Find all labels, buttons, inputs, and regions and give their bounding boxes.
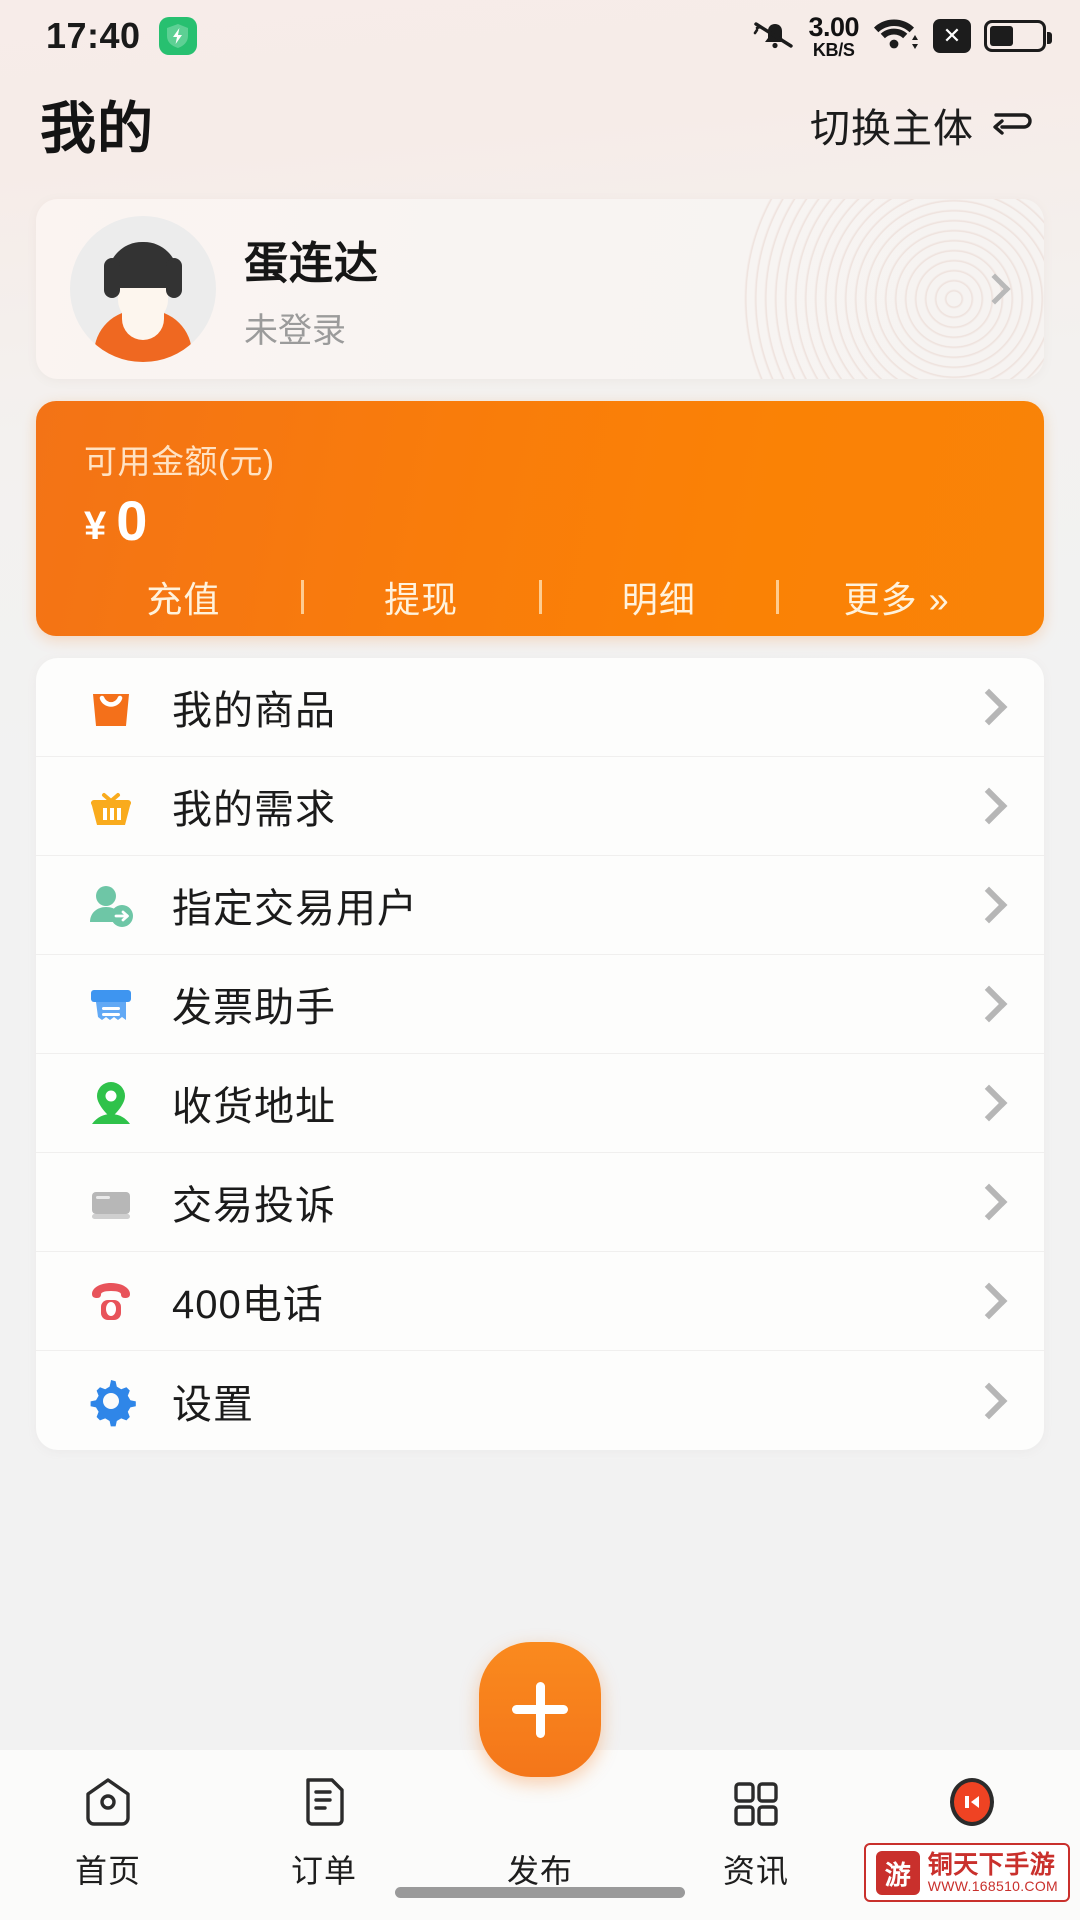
status-bar: 17:40 3.00 KB/S ✕	[0, 0, 1080, 72]
tab-home[interactable]: 首页	[0, 1772, 216, 1892]
avatar	[70, 216, 216, 362]
chevron-right-icon	[970, 1084, 1008, 1122]
chevron-right-icon	[970, 688, 1008, 726]
menu-item-label: 设置	[172, 1382, 254, 1427]
status-bar-right: 3.00 KB/S ✕	[753, 11, 1052, 60]
chevron-right-icon	[979, 273, 1011, 305]
watermark-badge: 游	[875, 1851, 920, 1895]
tab-news[interactable]: 资讯	[648, 1772, 864, 1892]
chevron-right-icon	[970, 886, 1008, 924]
chevron-right-icon	[970, 1183, 1008, 1221]
menu-item-my-products[interactable]: 我的商品	[36, 658, 1044, 757]
battery-icon	[984, 20, 1052, 52]
page-title: 我的	[40, 97, 154, 160]
menu-item-trade-complaint[interactable]: 交易投诉	[36, 1153, 1044, 1252]
network-speed: 3.00 KB/S	[808, 11, 859, 60]
currency-symbol: ¥	[84, 504, 107, 548]
menu-item-400-phone[interactable]: 400电话	[36, 1252, 1044, 1351]
switch-entity-label: 切换主体	[810, 106, 974, 151]
bell-muted-icon	[753, 15, 795, 58]
tab-orders[interactable]: 订单	[216, 1772, 432, 1892]
document-icon	[298, 1772, 350, 1834]
gear-icon	[80, 1370, 142, 1432]
telephone-icon	[80, 1270, 142, 1332]
page-header: 我的 切换主体	[0, 72, 1080, 177]
tab-label: 发布	[506, 1853, 573, 1889]
divider	[538, 580, 542, 614]
switch-entity-button[interactable]: 切换主体	[810, 96, 1036, 154]
profile-info: 蛋连达 未登录	[244, 227, 984, 352]
tab-label: 首页	[74, 1853, 141, 1889]
shopping-bag-icon	[80, 676, 142, 738]
more-button[interactable]: 更多 »	[779, 571, 1014, 623]
tab-label: 资讯	[722, 1853, 789, 1889]
menu-item-invoice-assistant[interactable]: 发票助手	[36, 955, 1044, 1054]
chevron-right-icon	[970, 787, 1008, 825]
menu-item-settings[interactable]: 设置	[36, 1351, 1044, 1450]
status-bar-left: 17:40	[46, 15, 197, 57]
watermark-url: WWW.168510.COM	[927, 1877, 1058, 1894]
balance-value: 0	[116, 489, 148, 552]
menu-item-label: 400电话	[172, 1283, 324, 1327]
wifi-icon	[872, 15, 920, 58]
menu-item-shipping-address[interactable]: 收货地址	[36, 1054, 1044, 1153]
tab-label: 订单	[290, 1853, 357, 1889]
menu-item-label: 指定交易用户	[172, 887, 418, 931]
complaint-book-icon	[80, 1171, 142, 1233]
close-badge-icon: ✕	[933, 19, 971, 53]
tab-publish[interactable]: 发布	[432, 1772, 648, 1892]
profile-icon	[943, 1772, 1001, 1834]
user-transfer-icon	[80, 874, 142, 936]
chevron-right-icon	[970, 1282, 1008, 1320]
home-tag-icon	[80, 1772, 136, 1834]
watermark-title: 铜天下手游	[927, 1850, 1056, 1879]
invoice-icon	[80, 973, 142, 1035]
recharge-button[interactable]: 充值	[66, 571, 301, 623]
location-pin-icon	[80, 1072, 142, 1134]
grid-icon	[728, 1772, 784, 1834]
divider	[300, 580, 304, 614]
balance-amount: ¥ 0	[36, 493, 1044, 549]
balance-actions: 充值 提现 明细 更多 »	[36, 571, 1044, 623]
home-indicator	[395, 1887, 685, 1898]
menu-item-designated-trade-user[interactable]: 指定交易用户	[36, 856, 1044, 955]
basket-icon	[80, 775, 142, 837]
publish-fab-button[interactable]	[479, 1642, 601, 1777]
chevron-right-icon	[970, 985, 1008, 1023]
withdraw-button[interactable]: 提现	[304, 571, 539, 623]
menu-list: 我的商品 我的需求 指定交易用户 发票助手 收货地址 交易投诉 400电话 设置	[36, 658, 1044, 1450]
details-button[interactable]: 明细	[542, 571, 777, 623]
security-shield-icon	[158, 17, 197, 55]
menu-item-label: 收货地址	[172, 1085, 336, 1129]
swap-arrows-icon	[990, 103, 1036, 146]
balance-label: 可用金额(元)	[84, 443, 275, 480]
status-time: 17:40	[46, 15, 141, 56]
login-status: 未登录	[244, 311, 346, 350]
menu-item-label: 发票助手	[172, 986, 336, 1030]
menu-item-label: 我的商品	[172, 689, 336, 733]
watermark: 游 铜天下手游 WWW.168510.COM	[863, 1843, 1070, 1902]
menu-item-my-demands[interactable]: 我的需求	[36, 757, 1044, 856]
profile-name: 蛋连达	[244, 238, 379, 288]
divider	[776, 580, 780, 614]
balance-card: 可用金额(元) ¥ 0 充值 提现 明细 更多 »	[36, 401, 1044, 636]
chevron-right-icon	[970, 1382, 1008, 1419]
menu-item-label: 交易投诉	[172, 1184, 336, 1228]
profile-card[interactable]: 蛋连达 未登录	[36, 199, 1044, 379]
menu-item-label: 我的需求	[172, 788, 336, 832]
